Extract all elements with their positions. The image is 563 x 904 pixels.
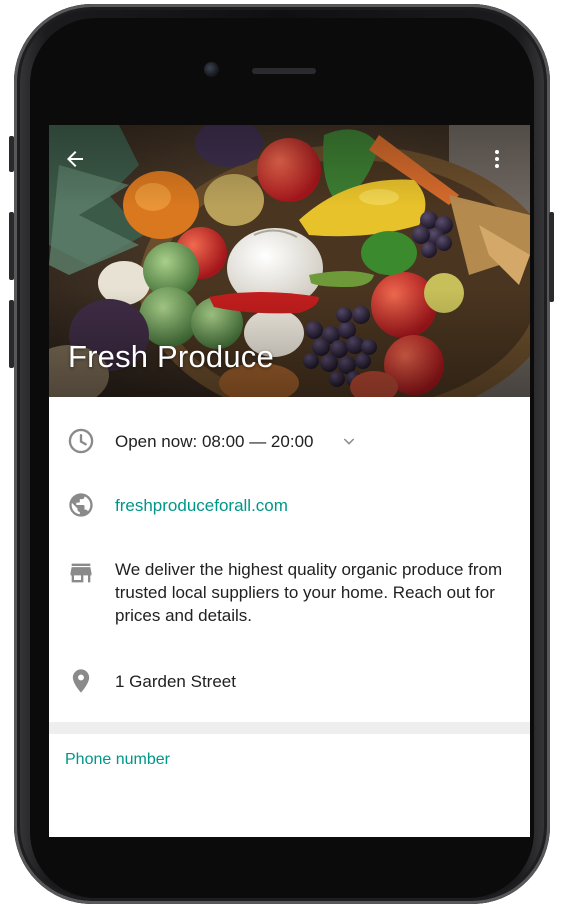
- mute-switch: [9, 136, 14, 172]
- volume-down-button: [9, 300, 14, 368]
- description-text: We deliver the highest quality organic p…: [115, 560, 503, 625]
- clock-icon: [67, 427, 95, 455]
- more-options-button[interactable]: [485, 147, 515, 183]
- website-row[interactable]: freshproduceforall.com: [49, 490, 530, 522]
- description-row: We deliver the highest quality organic p…: [49, 558, 530, 630]
- section-divider: [49, 722, 530, 734]
- volume-up-button: [9, 212, 14, 280]
- address-text: 1 Garden Street: [115, 672, 236, 691]
- globe-icon: [67, 491, 95, 519]
- phone-number-label[interactable]: Phone number: [65, 751, 170, 769]
- hours-text: Open now: 08:00 — 20:00: [115, 432, 314, 451]
- more-vert-icon: [495, 150, 499, 168]
- power-button: [549, 212, 554, 302]
- hours-expand-button[interactable]: [341, 432, 357, 455]
- chevron-down-icon: [343, 438, 355, 445]
- page-title: Fresh Produce: [68, 339, 274, 374]
- header-image: Fresh Produce: [49, 125, 530, 397]
- front-camera: [204, 62, 219, 77]
- address-row[interactable]: 1 Garden Street: [49, 667, 530, 699]
- website-link[interactable]: freshproduceforall.com: [115, 494, 288, 517]
- back-button[interactable]: [63, 147, 99, 183]
- hours-row[interactable]: Open now: 08:00 — 20:00: [49, 426, 530, 458]
- arrow-back-icon: [67, 151, 83, 167]
- location-pin-icon: [67, 667, 95, 695]
- earpiece-speaker: [252, 68, 316, 74]
- store-icon: [67, 559, 95, 587]
- app-screen: Fresh Produce Open now: 08:00 — 20:00 fr…: [49, 125, 530, 837]
